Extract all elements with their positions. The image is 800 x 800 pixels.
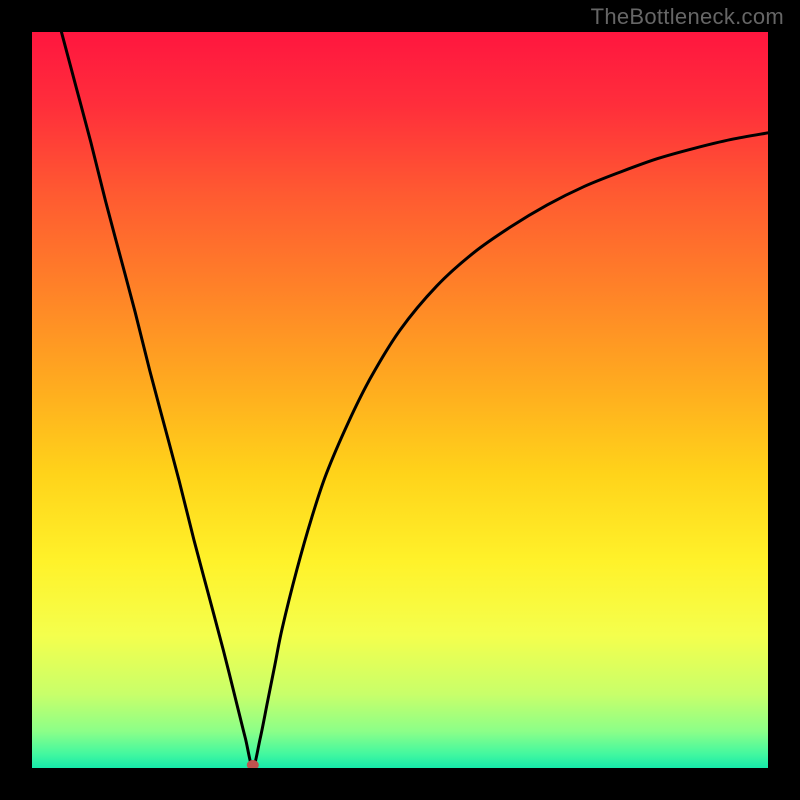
chart-container: TheBottleneck.com xyxy=(0,0,800,800)
gradient-background xyxy=(32,32,768,768)
chart-svg xyxy=(32,32,768,768)
plot-area xyxy=(32,32,768,768)
watermark-text: TheBottleneck.com xyxy=(591,4,784,30)
